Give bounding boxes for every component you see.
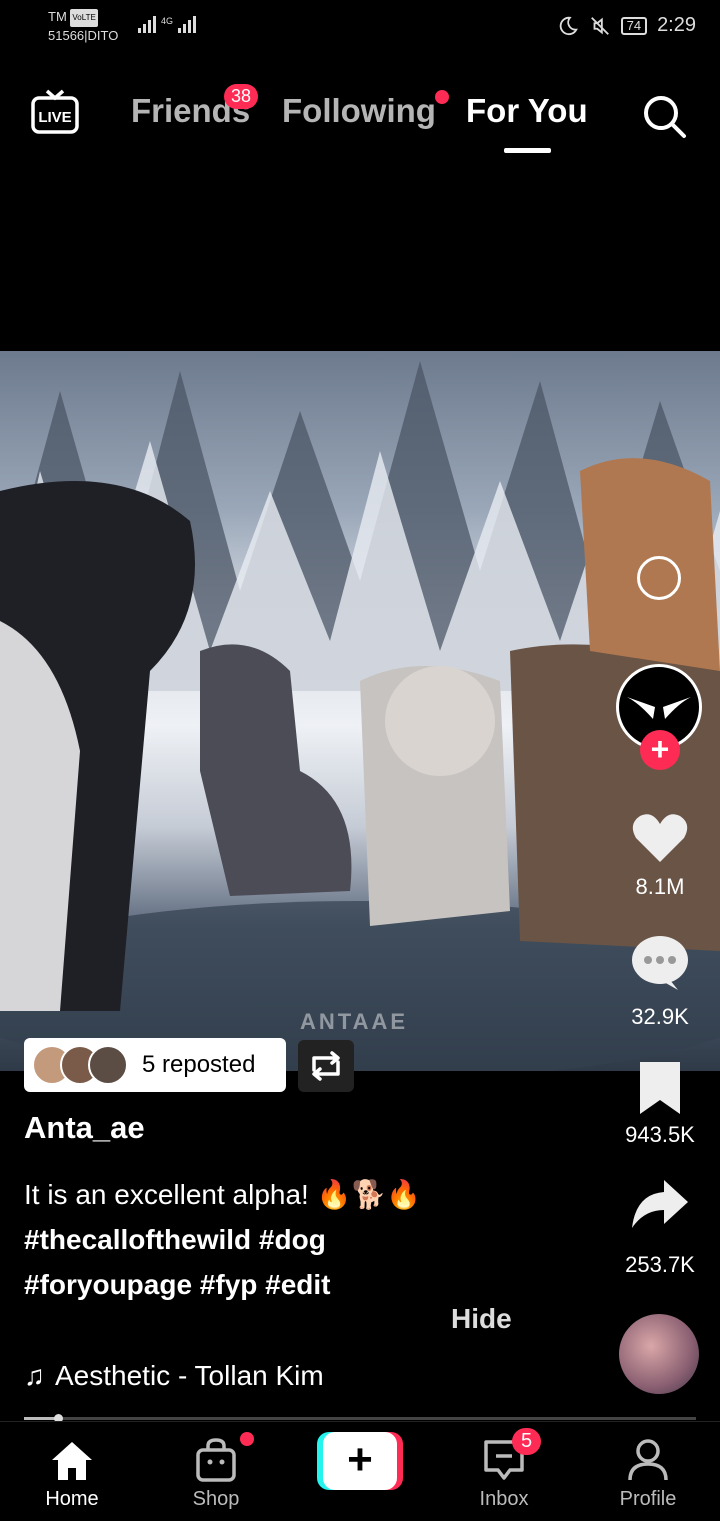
carrier-name: TM xyxy=(48,9,67,24)
network-type: 4G xyxy=(161,16,174,26)
nav-profile-label: Profile xyxy=(619,1488,677,1510)
creator-username[interactable]: Anta_ae xyxy=(24,1110,145,1146)
bookmark-count: 943.5K xyxy=(625,1122,695,1147)
repost-pill[interactable]: 5 reposted xyxy=(24,1038,286,1092)
nav-inbox[interactable]: Inbox xyxy=(449,1436,559,1511)
caption-hashtags-2[interactable]: #foryoupage #fyp #edit xyxy=(24,1262,584,1307)
search-icon[interactable] xyxy=(640,92,688,140)
plus-icon: + xyxy=(323,1432,397,1490)
sound-link[interactable]: ♫ Aesthetic - Tollan Kim xyxy=(24,1360,324,1392)
music-note-icon: ♫ xyxy=(24,1360,45,1391)
comment-icon[interactable] xyxy=(630,934,690,990)
nav-home[interactable]: Home xyxy=(17,1436,127,1511)
repost-button[interactable] xyxy=(298,1040,354,1092)
nav-shop[interactable]: Shop xyxy=(161,1436,271,1511)
post-caption: It is an excellent alpha! 🔥🐕🔥 #thecallof… xyxy=(24,1172,584,1307)
music-disc[interactable] xyxy=(619,1314,699,1394)
share-arrow-icon[interactable] xyxy=(630,1176,690,1232)
nav-inbox-label: Inbox xyxy=(479,1488,529,1510)
tab-for-you[interactable]: For You xyxy=(466,92,588,130)
effect-icon[interactable] xyxy=(637,556,681,600)
repost-avatars xyxy=(32,1043,142,1087)
home-icon xyxy=(52,1442,92,1480)
caption-text: It is an excellent alpha! 🔥🐕🔥 xyxy=(24,1179,422,1210)
repost-count-text: 5 reposted xyxy=(142,1051,256,1078)
friends-badge: 38 xyxy=(224,84,259,109)
signal-icon: 4G xyxy=(138,16,197,33)
live-label: LIVE xyxy=(38,109,71,126)
mute-icon xyxy=(590,16,609,35)
comment-count: 32.9K xyxy=(631,1004,689,1029)
nav-shop-label: Shop xyxy=(192,1488,240,1510)
bottom-nav: Home Shop + Inbox 5 Profile xyxy=(0,1421,720,1521)
battery-icon: 74 xyxy=(620,16,648,35)
video-player[interactable]: ANTAAE xyxy=(0,351,720,1071)
status-bar: TM VoLTE 51566|DITO 4G 74 2:29 xyxy=(0,0,720,60)
create-button[interactable]: + xyxy=(317,1432,403,1490)
caption-hashtags-1[interactable]: #thecallofthewild #dog xyxy=(24,1217,584,1262)
like-count: 8.1M xyxy=(635,874,685,899)
sound-title: Aesthetic - Tollan Kim xyxy=(55,1360,324,1391)
top-nav: LIVE Friends 38 Following For You xyxy=(0,80,720,160)
shop-notification-dot xyxy=(240,1432,254,1446)
live-icon[interactable]: LIVE xyxy=(30,88,80,136)
bookmark-icon[interactable] xyxy=(630,1060,690,1116)
share-count: 253.7K xyxy=(625,1252,695,1277)
video-watermark: ANTAAE xyxy=(300,1009,409,1034)
inbox-badge: 5 xyxy=(512,1428,542,1455)
following-dot xyxy=(435,90,449,104)
like-heart-icon[interactable] xyxy=(630,810,690,866)
status-right: 74 2:29 xyxy=(557,14,696,37)
nav-home-label: Home xyxy=(45,1488,99,1510)
nav-profile[interactable]: Profile xyxy=(593,1436,703,1511)
volte-badge: VoLTE xyxy=(70,8,98,27)
moon-icon xyxy=(559,16,578,35)
active-tab-indicator xyxy=(504,148,551,153)
tab-following[interactable]: Following xyxy=(282,92,436,130)
dogs-scene xyxy=(0,458,720,1071)
carrier-info: TM VoLTE 51566|DITO xyxy=(48,8,118,45)
carrier-name-2: 51566|DITO xyxy=(48,27,119,43)
follow-button[interactable]: + xyxy=(640,730,680,770)
avatar xyxy=(88,1045,128,1085)
clock: 2:29 xyxy=(657,14,696,36)
progress-fill xyxy=(24,1417,58,1420)
repost-arrows-icon xyxy=(312,1051,340,1081)
profile-icon xyxy=(628,1439,668,1481)
hide-caption-button[interactable]: Hide xyxy=(451,1303,512,1335)
video-progress-bar[interactable] xyxy=(24,1414,696,1423)
shopping-bag-icon xyxy=(196,1438,236,1482)
